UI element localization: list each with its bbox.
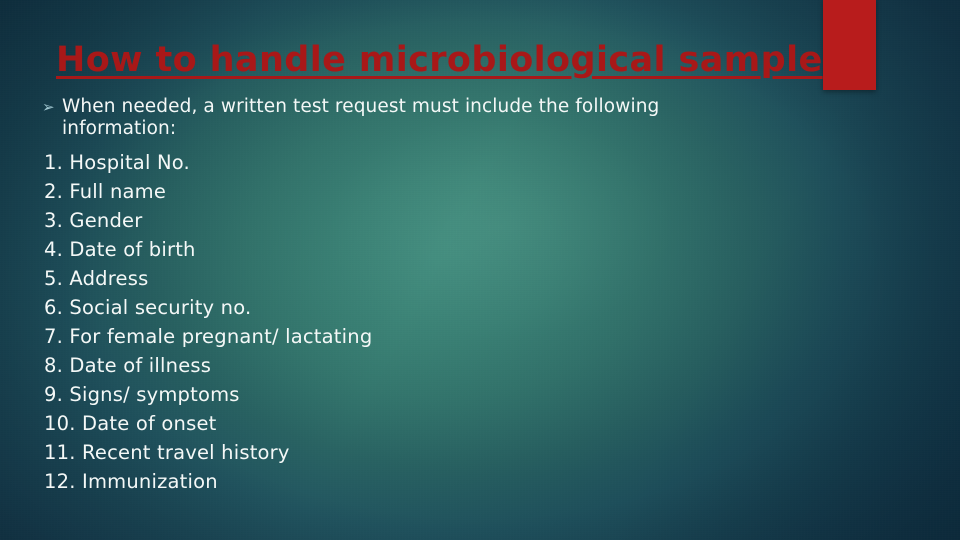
list-item: 10. Date of onset (44, 412, 217, 435)
list-item: 12. Immunization (44, 470, 218, 493)
requirements-list: 1. Hospital No. 2. Full name 3. Gender 4… (44, 148, 736, 496)
list-item: 2. Full name (44, 180, 167, 203)
bullet-item: ➢ When needed, a written test request mu… (36, 96, 736, 140)
chevron-bullet-icon: ➢ (42, 98, 55, 116)
list-item: 8. Date of illness (44, 354, 212, 377)
page-title: How to handle microbiological sample (56, 40, 823, 80)
list-item: 4. Date of birth (44, 238, 196, 261)
list-item: 9. Signs/ symptoms (44, 383, 240, 406)
slide-body: ➢ When needed, a written test request mu… (36, 96, 736, 496)
list-item: 6. Social security no. (44, 296, 252, 319)
presentation-slide: How to handle microbiological sample ➢ W… (0, 0, 960, 540)
list-item: 7. For female pregnant/ lactating (44, 325, 373, 348)
list-item: 11. Recent travel history (44, 441, 290, 464)
list-item: 5. Address (44, 267, 149, 290)
bullet-item-text: When needed, a written test request must… (62, 96, 660, 139)
red-accent-block (823, 0, 876, 90)
list-item: 1. Hospital No. (44, 151, 190, 174)
list-item: 3. Gender (44, 209, 143, 232)
